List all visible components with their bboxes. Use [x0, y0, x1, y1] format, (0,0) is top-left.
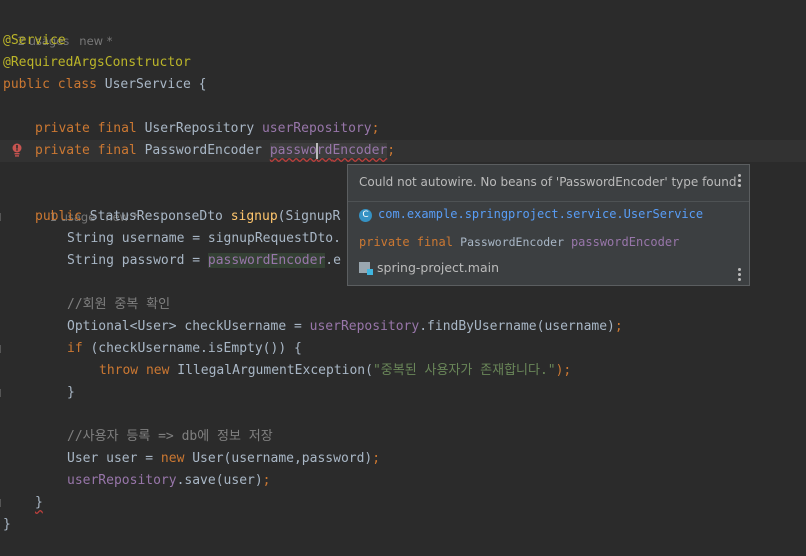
- code-line[interactable]: }: [67, 382, 75, 404]
- statement: String password =: [67, 253, 208, 268]
- params: (SignupR: [277, 209, 341, 224]
- statement: .findByUsername(username): [419, 319, 615, 334]
- usages-hint[interactable]: 1 usage new *: [35, 184, 139, 224]
- field-name: userRepository: [261, 121, 372, 136]
- code-line[interactable]: @Service: [3, 30, 66, 52]
- class-link[interactable]: Ccom.example.springproject.service.UserS…: [359, 207, 703, 222]
- statement: Optional<User> checkUsername =: [67, 319, 310, 334]
- comment: //회원 중복 확인: [67, 297, 171, 312]
- punctuation: ;: [371, 121, 380, 136]
- fold-marker[interactable]: [0, 213, 5, 221]
- author-hint: new *: [79, 34, 113, 48]
- statement: (checkUsername.isEmpty()) {: [90, 341, 302, 356]
- code-line[interactable]: private final PasswordEncoder passwordEn…: [35, 140, 395, 162]
- module-icon: [359, 262, 373, 275]
- type-name: PasswordEncoder: [460, 235, 571, 249]
- field-name-error[interactable]: passwordEncoder: [269, 142, 388, 159]
- annotation: @Service: [3, 33, 66, 48]
- class-name: UserService {: [104, 77, 207, 92]
- field-name: passwordEncoder: [570, 235, 680, 249]
- fold-marker[interactable]: [0, 389, 5, 397]
- comment: //사용자 등록 => db에 정보 저장: [67, 429, 273, 444]
- punctuation: );: [555, 363, 572, 378]
- fold-marker[interactable]: [0, 345, 5, 353]
- field-name: userRepository: [309, 319, 420, 334]
- warning-bulb-icon[interactable]: [11, 143, 23, 157]
- punctuation: ;: [262, 473, 271, 488]
- string-literal: "중복된 사용자가 존재합니다.": [372, 363, 556, 378]
- brace: }: [3, 517, 11, 532]
- punctuation: ;: [372, 451, 381, 466]
- code-line[interactable]: public class UserService {: [3, 74, 207, 96]
- code-line[interactable]: public StatusResponseDto signup(SignupR: [35, 206, 340, 228]
- code-line[interactable]: String username = signupRequestDto.: [67, 228, 341, 250]
- code-line[interactable]: throw new IllegalArgumentException("중복된 …: [99, 360, 571, 382]
- module-row: spring-project.main: [359, 260, 499, 275]
- more-vertical-icon[interactable]: [737, 174, 741, 189]
- annotation: @RequiredArgsConstructor: [3, 55, 191, 70]
- punctuation: ;: [387, 143, 396, 158]
- code-line[interactable]: //회원 중복 확인: [67, 294, 170, 316]
- keyword: public: [35, 209, 90, 224]
- code-line[interactable]: if (checkUsername.isEmpty()) {: [67, 338, 302, 360]
- keyword: if: [67, 341, 91, 356]
- divider: [348, 201, 749, 202]
- field-name-part: rd: [316, 143, 333, 158]
- keyword: throw new: [99, 363, 178, 378]
- fold-marker[interactable]: [0, 499, 5, 507]
- type-name: UserRepository: [144, 121, 262, 136]
- code-line[interactable]: //사용자 등록 => db에 정보 저장: [67, 426, 273, 448]
- keyword: private final: [35, 143, 145, 158]
- field-name-part: Encoder: [332, 143, 388, 158]
- class-icon: C: [359, 209, 372, 222]
- field-declaration: private final PasswordEncoder passwordEn…: [359, 235, 679, 249]
- statement: .e: [325, 253, 341, 268]
- punctuation: ;: [614, 319, 623, 334]
- method-name: signup: [230, 209, 278, 224]
- statement: IllegalArgumentException(: [177, 363, 373, 378]
- code-line[interactable]: }: [35, 492, 43, 514]
- code-line[interactable]: String password = passwordEncoder.e: [67, 250, 341, 272]
- inspection-popup: Could not autowire. No beans of 'Passwor…: [347, 164, 750, 286]
- field-name-part: passwo: [269, 143, 317, 158]
- keyword: private final: [359, 235, 461, 249]
- usages-hint[interactable]: 2 usages new *: [3, 8, 113, 48]
- code-line[interactable]: User user = new User(username,password);: [67, 448, 380, 470]
- keyword: public class: [3, 77, 105, 92]
- type-name: StatusResponseDto: [89, 209, 231, 224]
- field-usage-highlight: passwordEncoder: [207, 253, 326, 268]
- statement: User user =: [67, 451, 161, 466]
- brace: }: [35, 495, 43, 510]
- keyword: new: [160, 451, 193, 466]
- type-name: PasswordEncoder: [144, 143, 270, 158]
- statement: User(username,password): [192, 451, 373, 466]
- statement: String username = signupRequestDto.: [67, 231, 341, 246]
- field-name: userRepository: [67, 473, 177, 488]
- statement: .save(user): [176, 473, 263, 488]
- keyword: private final: [35, 121, 145, 136]
- error-message: Could not autowire. No beans of 'Passwor…: [359, 175, 741, 189]
- code-line[interactable]: userRepository.save(user);: [67, 470, 271, 492]
- code-line[interactable]: }: [3, 514, 11, 536]
- module-name: spring-project.main: [377, 260, 500, 275]
- code-line[interactable]: private final UserRepository userReposit…: [35, 118, 379, 140]
- code-line[interactable]: Optional<User> checkUsername = userRepos…: [67, 316, 623, 338]
- code-line[interactable]: @RequiredArgsConstructor: [3, 52, 191, 74]
- more-vertical-icon[interactable]: [737, 268, 741, 283]
- brace: }: [67, 385, 75, 400]
- class-fqn: com.example.springproject.service.UserSe…: [378, 207, 704, 221]
